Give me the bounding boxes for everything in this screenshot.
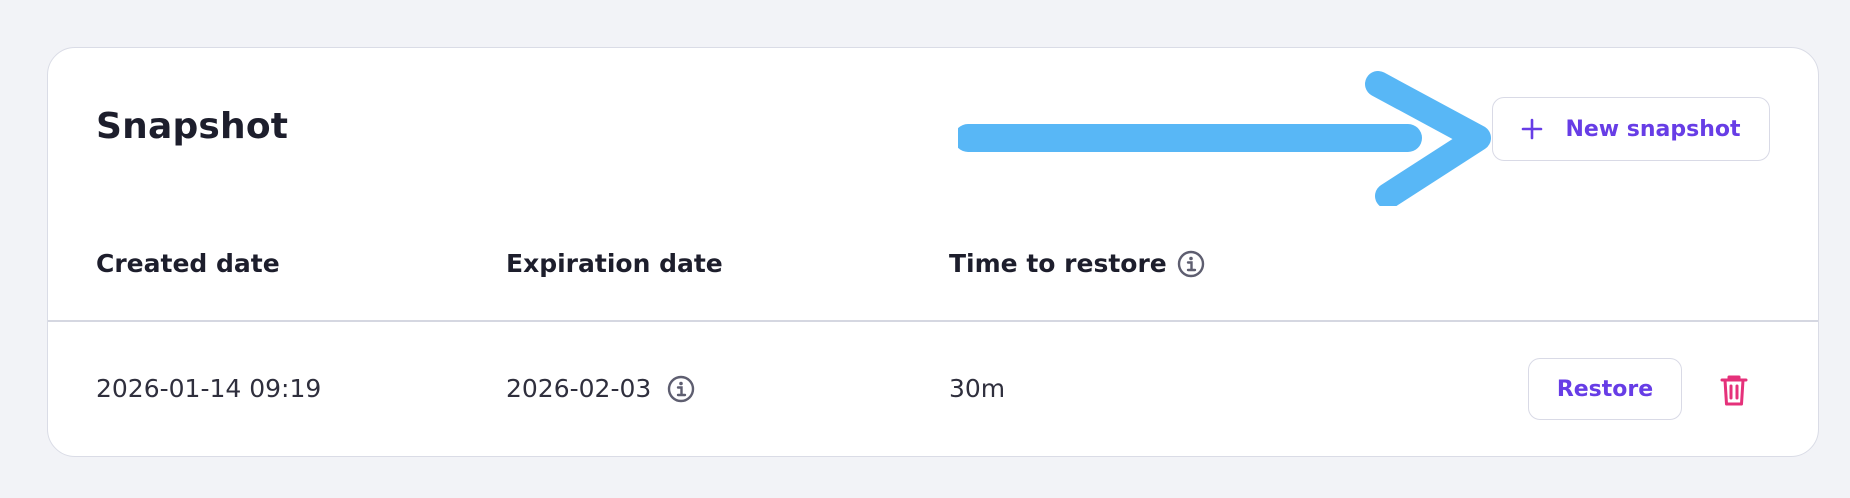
cell-time-to-restore: 30m	[949, 374, 1006, 403]
annotation-arrow	[958, 71, 1491, 206]
header-time-to-restore: Time to restore	[949, 249, 1205, 278]
restore-button[interactable]: Restore	[1528, 358, 1682, 420]
cell-created-date: 2026-01-14 09:19	[96, 374, 322, 403]
new-snapshot-label: New snapshot	[1565, 116, 1741, 142]
new-snapshot-button[interactable]: New snapshot	[1492, 97, 1770, 161]
header-expiration-date: Expiration date	[506, 249, 723, 278]
header-created-date: Created date	[96, 249, 280, 278]
info-icon[interactable]	[1177, 250, 1205, 278]
trash-icon[interactable]	[1716, 372, 1752, 408]
cell-expiration-date: 2026-02-03	[506, 374, 695, 403]
table-divider	[48, 320, 1818, 322]
info-icon[interactable]	[667, 375, 695, 403]
card-title: Snapshot	[96, 106, 289, 147]
plus-icon	[1521, 118, 1543, 140]
